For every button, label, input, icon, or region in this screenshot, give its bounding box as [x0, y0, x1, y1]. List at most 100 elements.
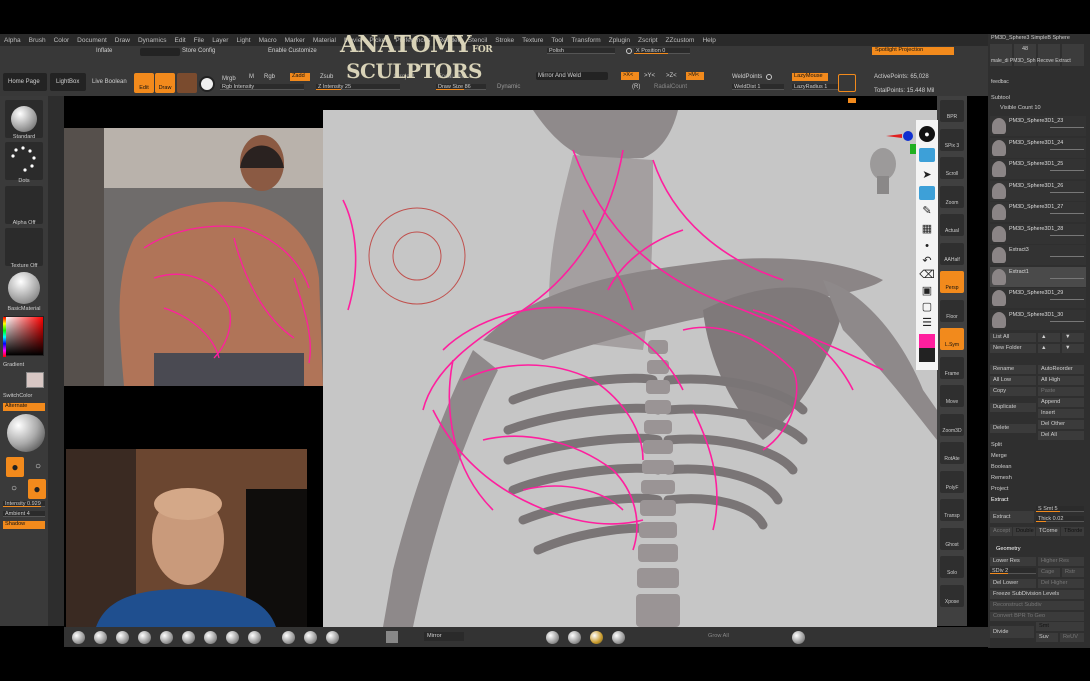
paste-button[interactable]: Paste	[1038, 387, 1084, 396]
cage-button[interactable]: Cage	[1038, 568, 1060, 577]
subtool-item[interactable]: PM3D_Sphere3D1_26	[990, 180, 1086, 201]
del-all-button[interactable]: Del All	[1038, 431, 1084, 440]
freeze-subdivision-button[interactable]: Freeze SubDivision Levels	[990, 590, 1084, 599]
view-tool-transp[interactable]: Transp	[940, 499, 964, 521]
dynamic-button[interactable]: Dynamic	[497, 84, 520, 90]
weld-points-toggle-icon[interactable]	[766, 74, 772, 80]
brush-preset-11-icon[interactable]	[304, 631, 317, 644]
stroke-thumbnail[interactable]	[5, 142, 43, 180]
project-section[interactable]: Project	[991, 486, 1087, 495]
rgb-intensity-slider[interactable]: Rgb Intensity	[220, 84, 304, 90]
zadd-button[interactable]: Zadd	[290, 73, 310, 81]
canvas-viewport[interactable]	[323, 110, 937, 627]
subtool-item[interactable]: PM3D_Sphere3D1_30	[990, 309, 1086, 330]
divide-button[interactable]: Divide	[990, 626, 1034, 638]
arrow-down-button[interactable]: ▼	[1062, 333, 1084, 342]
auto-reorder-button[interactable]: AutoReorder	[1038, 365, 1084, 374]
mirror-weld-button[interactable]: Mirror And Weld	[538, 73, 581, 79]
x-position-slider[interactable]: X Position 0	[634, 48, 690, 54]
extract-section-header[interactable]: Extract	[991, 497, 1087, 506]
weld-points-button[interactable]: WeldPoints	[732, 74, 762, 80]
polish-slider[interactable]: Polish	[547, 48, 615, 54]
extract-button[interactable]: Extract	[990, 511, 1034, 523]
reuv-button[interactable]: ReUV	[1060, 633, 1084, 642]
subtool-item[interactable]: PM3D_Sphere3D1_29	[990, 288, 1086, 308]
subtool-item[interactable]: PM3D_Sphere3D1_27	[990, 202, 1086, 222]
menu-item-document[interactable]: Document	[73, 37, 111, 44]
rstr-button[interactable]: Rstr	[1062, 568, 1084, 577]
menu-item-macro[interactable]: Macro	[255, 37, 281, 44]
menu-item-dynamics[interactable]: Dynamics	[134, 37, 171, 44]
brush-preset-10-icon[interactable]	[282, 631, 295, 644]
smt-button[interactable]: Smt	[1036, 622, 1084, 631]
undo-icon[interactable]: ↶	[919, 254, 935, 268]
dot-icon[interactable]: •	[919, 240, 935, 254]
m-button[interactable]: M	[249, 74, 254, 80]
view-tool-xpose[interactable]: Xpose	[940, 584, 964, 607]
material-preset-1-icon[interactable]	[546, 631, 559, 644]
menu-item-alpha[interactable]: Alpha	[0, 37, 25, 44]
color-swatch-icon[interactable]	[919, 334, 935, 362]
spotlight-projection-button[interactable]: Spotlight Projection	[872, 47, 954, 55]
s-smt-slider[interactable]: S Smt 5	[1036, 506, 1084, 512]
material-preset-2-icon[interactable]	[568, 631, 581, 644]
shadow-button[interactable]: Shadow	[3, 521, 45, 529]
subtool-item[interactable]: Extract1	[990, 266, 1086, 287]
draw-button[interactable]: Draw	[155, 73, 175, 93]
lazy-radius-slider[interactable]: LazyRadius 1	[792, 84, 838, 90]
remesh-section[interactable]: Remesh	[991, 475, 1087, 484]
visible-count-slider[interactable]: Visible Count 10	[1000, 105, 1090, 114]
view-tool-ghost[interactable]: Ghost	[940, 527, 964, 550]
higher-res-button[interactable]: Higher Res	[1038, 557, 1084, 566]
material-preset-4-icon[interactable]	[612, 631, 625, 644]
pointer-icon[interactable]: ➤	[919, 168, 935, 182]
subtool-visibility-icon[interactable]	[1050, 299, 1084, 305]
enable-customize-button[interactable]: Enable Customize	[268, 48, 317, 54]
del-lower-button[interactable]: Del Lower	[990, 579, 1036, 588]
view-tool-aahalf[interactable]: AAHalf	[940, 242, 964, 265]
rename-button[interactable]: Rename	[990, 365, 1036, 374]
left-scroll-strip[interactable]	[48, 96, 64, 626]
rgb-button[interactable]: Rgb	[264, 74, 275, 80]
eye-icon[interactable]	[919, 148, 935, 162]
brush-preset-2-icon[interactable]	[94, 631, 107, 644]
split-section[interactable]: Split	[991, 442, 1087, 451]
view-tool-scroll[interactable]: Scroll	[940, 157, 964, 179]
subtool-item[interactable]: Extract3	[990, 245, 1086, 265]
trash-icon[interactable]: ⌫	[919, 268, 935, 282]
subtool-visibility-icon[interactable]	[1050, 320, 1084, 327]
menu-item-layer[interactable]: Layer	[208, 37, 232, 44]
light-bulb-2-icon[interactable]: ○	[6, 479, 22, 499]
light-bulb-icon[interactable]: ●	[6, 457, 24, 477]
light-bulb-3-icon[interactable]: ●	[28, 479, 46, 499]
lower-res-button[interactable]: Lower Res	[990, 557, 1036, 566]
x-position-toggle-icon[interactable]	[626, 48, 632, 54]
subtool-visibility-icon[interactable]	[1050, 234, 1084, 241]
duplicate-button[interactable]: Duplicate	[990, 403, 1036, 412]
y-axis-button[interactable]: >Y<	[644, 73, 655, 79]
tcorne-button[interactable]: TCorne	[1036, 527, 1060, 536]
grow-all-button[interactable]: Grow All	[708, 632, 748, 641]
screenshot-icon[interactable]: ▢	[919, 300, 935, 314]
view-tool-bpr[interactable]: BPR	[940, 100, 964, 122]
insert-button[interactable]: Insert	[1038, 409, 1084, 418]
subtool-item[interactable]: PM3D_Sphere3D1_23	[990, 116, 1086, 136]
view-tool-solo[interactable]: Solo	[940, 556, 964, 578]
lazy-mouse-icon[interactable]	[838, 74, 856, 92]
z-axis-button[interactable]: >Z<	[666, 73, 677, 79]
subtool-item[interactable]: PM3D_Sphere3D1_25	[990, 159, 1086, 179]
menu-item-marker[interactable]: Marker	[281, 37, 309, 44]
menu-item-draw[interactable]: Draw	[111, 37, 134, 44]
brush-preset-1-icon[interactable]	[72, 631, 85, 644]
weld-dist-slider[interactable]: WeldDist 1	[732, 84, 784, 90]
material-preset-3-icon[interactable]	[590, 631, 603, 644]
view-tool-polyf[interactable]: PolyF	[940, 470, 964, 493]
view-tool-zoom[interactable]: Zoom	[940, 185, 964, 208]
subtool-visibility-icon[interactable]	[1050, 191, 1084, 198]
material-sphere-icon[interactable]	[199, 76, 215, 92]
mirror-button[interactable]: Mirror	[424, 632, 464, 641]
light-sphere-icon[interactable]	[7, 414, 45, 452]
merge-section[interactable]: Merge	[991, 453, 1087, 462]
switch-color-button[interactable]: SwitchColor	[3, 393, 45, 399]
menu-item-zplugin[interactable]: Zplugin	[605, 37, 634, 44]
